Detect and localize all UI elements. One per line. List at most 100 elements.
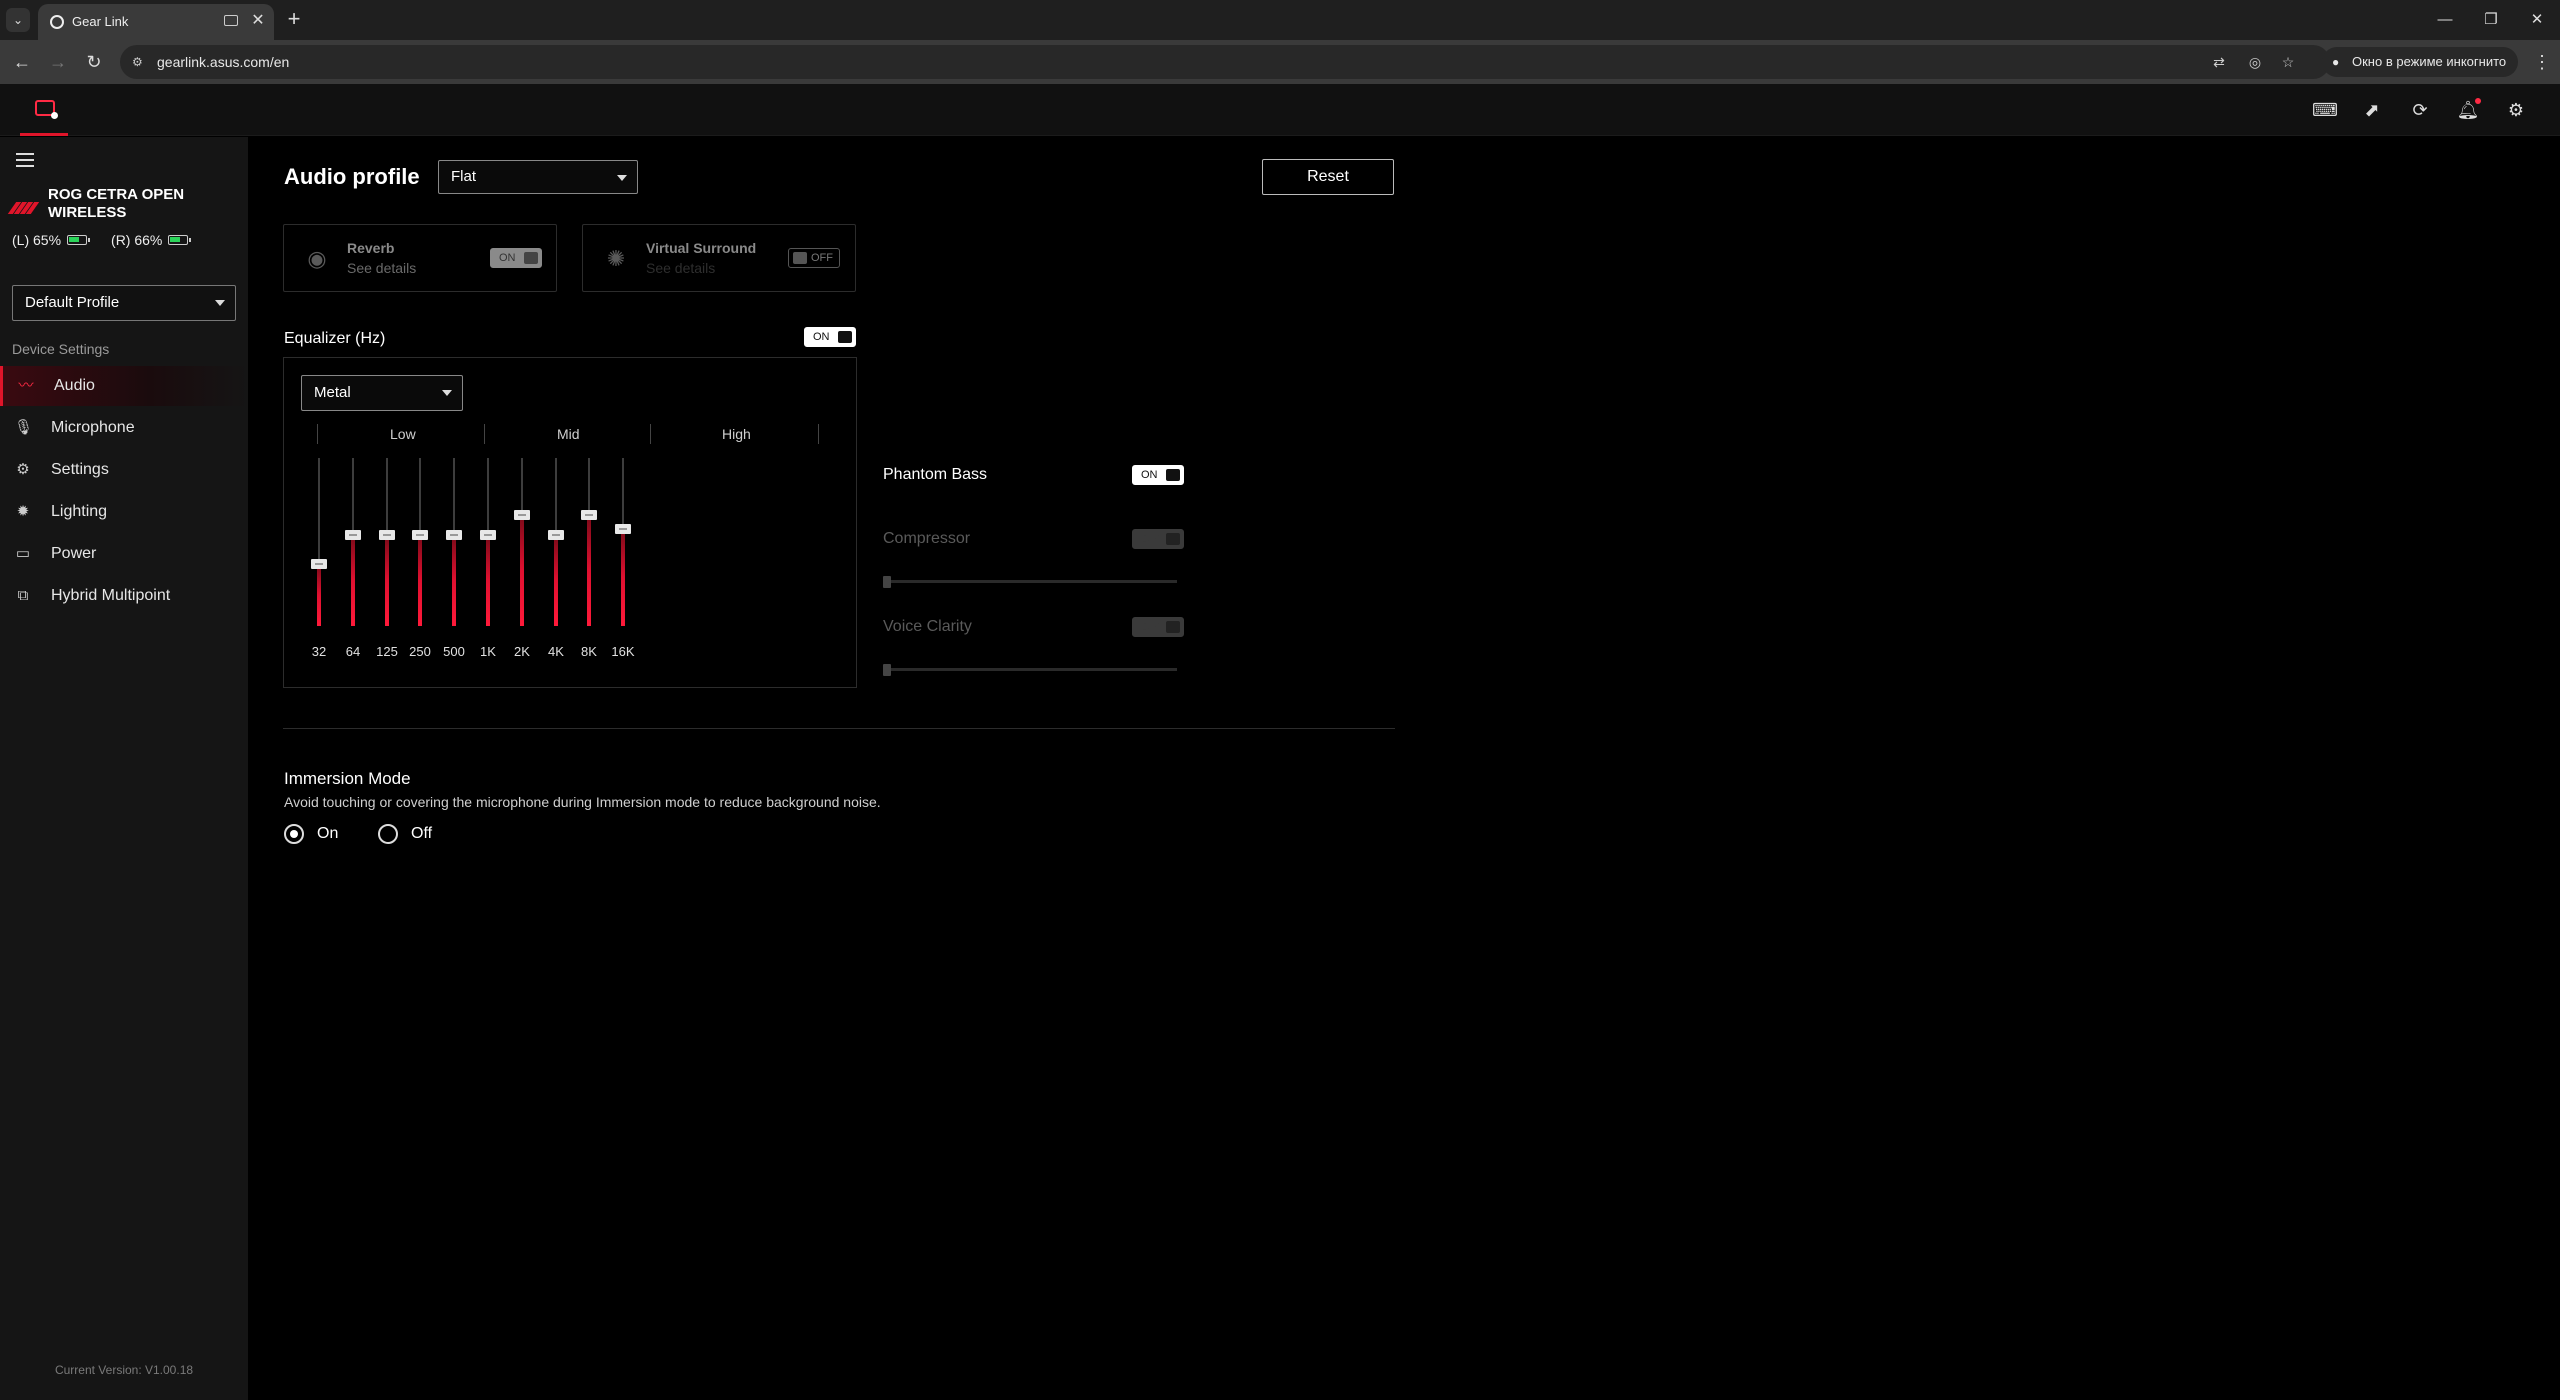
radio-circle[interactable] [284, 824, 304, 844]
eq-handle[interactable] [345, 530, 361, 540]
hotkey-icon[interactable]: ⌨ [2312, 98, 2338, 122]
voice-clarity-toggle[interactable]: OFF [1132, 617, 1184, 637]
chevron-down-icon [215, 300, 225, 306]
address-bar[interactable]: ⚙ gearlink.asus.com/en ⇄ ◎ ☆ [120, 45, 2330, 79]
eq-slider-64[interactable] [338, 458, 368, 626]
eq-fill [520, 515, 524, 626]
app-settings-gear-icon[interactable]: ⚙ [2504, 98, 2528, 122]
battery-right-fill [170, 237, 181, 242]
eq-slider-2k[interactable] [507, 458, 537, 626]
reverb-icon: ◉ [307, 246, 327, 271]
browser-tab-gear-link[interactable]: Gear Link ✕ [38, 4, 274, 40]
eq-fill [587, 515, 591, 626]
eq-handle[interactable] [480, 530, 496, 540]
eq-slider-500[interactable] [439, 458, 469, 626]
eq-divider [818, 424, 819, 444]
eq-fill [554, 535, 558, 626]
incognito-icon: ● [2332, 55, 2340, 69]
sync-icon[interactable]: ⟳ [2408, 98, 2432, 122]
voice-clarity-label: Voice Clarity [883, 618, 972, 635]
eq-fill [385, 535, 389, 626]
incognito-indicator[interactable]: ● Окно в режиме инкогнито [2322, 47, 2519, 77]
eq-handle[interactable] [615, 524, 631, 534]
eq-slider-8k[interactable] [574, 458, 604, 626]
close-window-icon[interactable]: ✕ [2514, 6, 2560, 34]
eq-handle[interactable] [581, 510, 597, 520]
eq-fill [486, 535, 490, 626]
app-home-tab[interactable] [20, 84, 68, 136]
reverb-toggle[interactable]: ON [490, 248, 542, 268]
site-info-icon[interactable]: ⚙ [132, 55, 146, 69]
compressor-toggle[interactable]: OFF [1132, 529, 1184, 549]
reload-icon[interactable]: ↻ [80, 48, 108, 76]
eq-handle[interactable] [412, 530, 428, 540]
radio-circle[interactable] [378, 824, 398, 844]
eq-handle[interactable] [548, 530, 564, 540]
eq-fill [317, 564, 321, 626]
eq-fill [351, 535, 355, 626]
eq-handle[interactable] [379, 530, 395, 540]
immersion-mode-description: Avoid touching or covering the microphon… [284, 794, 881, 810]
page-title: Audio profile [284, 164, 420, 189]
audio-profile-select[interactable]: Flat [438, 160, 638, 194]
tab-list-button[interactable]: ⌄ [6, 8, 30, 32]
notification-dot [2475, 98, 2481, 104]
restore-window-icon[interactable]: ❐ [2468, 6, 2514, 34]
back-icon[interactable]: ← [8, 48, 36, 76]
bookmark-star-icon[interactable]: ☆ [2279, 53, 2297, 71]
profile-select[interactable]: Default Profile [12, 285, 236, 321]
reset-button[interactable]: Reset [1262, 159, 1394, 195]
eq-slider-32[interactable] [304, 458, 334, 626]
eq-slider-250[interactable] [405, 458, 435, 626]
eq-handle[interactable] [446, 530, 462, 540]
immersion-off-label: Off [411, 825, 433, 842]
sidebar-item-settings[interactable]: ⚙ Settings [0, 450, 248, 490]
phantom-bass-toggle[interactable]: ON [1132, 465, 1184, 485]
eq-handle[interactable] [311, 559, 327, 569]
eq-handle[interactable] [514, 510, 530, 520]
battery-left-icon [67, 235, 91, 245]
sidebar-item-microphone[interactable]: 🎙︎ Microphone [0, 408, 248, 448]
tab-close-icon[interactable]: ✕ [248, 10, 268, 32]
translate-icon[interactable]: ⇄ [2210, 53, 2228, 71]
voice-clarity-slider-thumb[interactable] [883, 664, 891, 676]
sidebar-item-power[interactable]: ▭ Power [0, 534, 248, 574]
eq-freq-label: 16K [611, 644, 635, 659]
browser-menu-icon[interactable]: ⋮ [2528, 48, 2556, 76]
eq-slider-16k[interactable] [608, 458, 638, 626]
section-divider [283, 728, 1395, 729]
battery-status: (L) 65% (R) 66% [12, 232, 206, 248]
profile-select-value: Default Profile [25, 294, 120, 311]
hamburger-menu-icon[interactable] [16, 153, 34, 167]
update-icon[interactable]: ⬈ [2360, 98, 2384, 122]
virtual-surround-card: ✺ Virtual Surround See details OFF [582, 224, 856, 292]
eye-off-icon[interactable]: ◎ [2246, 53, 2264, 71]
virtual-surround-icon: ✺ [606, 246, 626, 271]
eq-group-high: High [722, 426, 751, 442]
notification-bell-icon[interactable]: 🔔︎ [2456, 98, 2481, 122]
compressor-slider[interactable] [883, 576, 1177, 588]
equalizer-toggle[interactable]: ON [804, 327, 856, 347]
eq-fill [621, 529, 625, 626]
virtual-surround-see-details-link[interactable]: See details [646, 260, 715, 276]
sidebar-item-audio[interactable]: 〰 Audio [0, 366, 248, 406]
voice-clarity-slider[interactable] [883, 664, 1177, 676]
reverb-see-details-link[interactable]: See details [347, 260, 416, 276]
eq-slider-4k[interactable] [541, 458, 571, 626]
compressor-slider-thumb[interactable] [883, 576, 891, 588]
battery-right-icon [168, 235, 192, 245]
tab-media-icon[interactable] [224, 15, 238, 26]
virtual-surround-toggle[interactable]: OFF [788, 248, 840, 268]
version-label: Current Version: V1.00.18 [54, 1363, 194, 1377]
eq-preset-select[interactable]: Metal [301, 375, 463, 411]
minimize-window-icon[interactable]: — [2422, 6, 2468, 34]
eq-slider-125[interactable] [372, 458, 402, 626]
sidebar-item-label: Audio [54, 377, 95, 394]
forward-icon[interactable]: → [44, 48, 72, 76]
sidebar-item-lighting[interactable]: ✹ Lighting [0, 492, 248, 532]
browser-tabstrip: ⌄ Gear Link ✕ + — ❐ ✕ [0, 0, 2560, 40]
new-tab-button[interactable]: + [280, 6, 308, 34]
url-text[interactable]: gearlink.asus.com/en [157, 54, 289, 70]
sidebar-item-hybrid-multipoint[interactable]: ⧉ Hybrid Multipoint [0, 576, 248, 616]
eq-slider-1k[interactable] [473, 458, 503, 626]
